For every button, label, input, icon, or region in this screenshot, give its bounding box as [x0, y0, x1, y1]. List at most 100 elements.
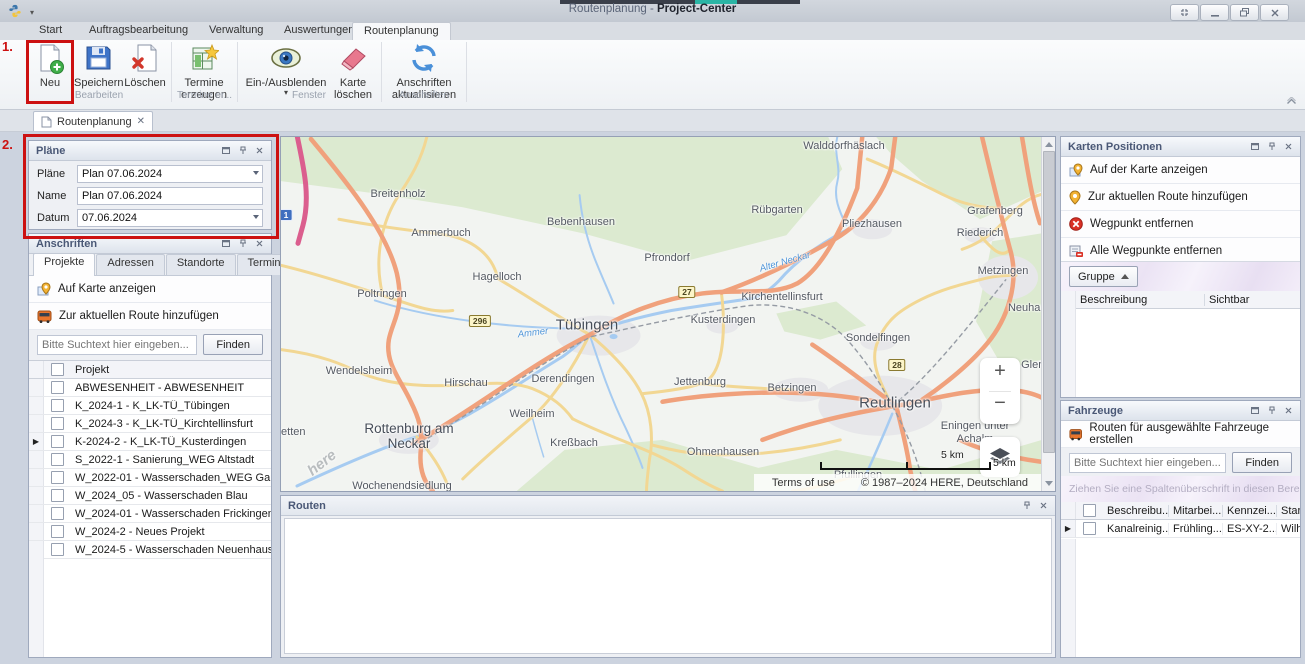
- map-label: Pliezhausen: [842, 218, 902, 230]
- tab-standorte[interactable]: Standorte: [166, 254, 236, 275]
- row-checkbox[interactable]: [1083, 522, 1096, 535]
- group-by-hint: Ziehen Sie eine Spaltenüberschrift in di…: [1061, 476, 1300, 502]
- tab-projekte[interactable]: Projekte: [33, 253, 95, 276]
- eye-icon: [245, 43, 327, 77]
- pin-panel-icon[interactable]: [1264, 140, 1279, 153]
- anschriften-finden-button[interactable]: Finden: [203, 334, 263, 355]
- map-attribution: Terms of use © 1987–2024 HERE, Deutschla…: [754, 474, 1042, 491]
- terms-of-use-link[interactable]: Terms of use: [772, 477, 835, 489]
- close-panel-icon[interactable]: [1281, 404, 1296, 417]
- row-checkbox[interactable]: [51, 381, 64, 394]
- close-panel-icon[interactable]: [252, 237, 267, 250]
- scroll-down-icon[interactable]: [1045, 481, 1053, 486]
- route-hinzufuegen-action[interactable]: Zur aktuellen Route hinzufügen: [1061, 184, 1300, 211]
- auf-karte-anzeigen-action[interactable]: Auf Karte anzeigen: [29, 276, 271, 303]
- tab-auftragsbearbeitung[interactable]: Auftragsbearbeitung: [78, 22, 199, 41]
- tab-adressen[interactable]: Adressen: [96, 254, 164, 275]
- project-row[interactable]: S_2022-1 - Sanierung_WEG Altstadt: [29, 451, 271, 469]
- routen-empty-area[interactable]: [284, 518, 1052, 654]
- map-label: Sondelfingen: [846, 332, 910, 344]
- datum-combo[interactable]: 07.06.2024: [77, 209, 263, 227]
- row-checkbox[interactable]: [51, 435, 64, 448]
- row-checkbox[interactable]: [51, 471, 64, 484]
- fahrzeug-row-selected[interactable]: ▶ Kanalreinig... Frühling... ES-XY-2... …: [1061, 520, 1300, 538]
- close-button[interactable]: [1260, 4, 1289, 21]
- map-label: Kreßbach: [550, 437, 598, 449]
- project-row[interactable]: W_2024-01 - Wasserschaden Frickingen: [29, 505, 271, 523]
- zoom-out-button[interactable]: −: [980, 392, 1020, 415]
- map-vertical-scrollbar[interactable]: [1041, 137, 1055, 491]
- startadresse-column-header[interactable]: Startadr...: [1277, 505, 1300, 517]
- kennzeichen-column-header[interactable]: Kennzei...: [1223, 505, 1277, 517]
- scrollbar-thumb[interactable]: [1043, 151, 1055, 453]
- beschreibung-column-header[interactable]: Beschreibung: [1076, 294, 1205, 306]
- zur-route-hinzufuegen-action[interactable]: Zur aktuellen Route hinzufügen: [29, 303, 271, 330]
- map-label: Ohmenhausen: [687, 446, 759, 458]
- row-checkbox[interactable]: [51, 543, 64, 556]
- minimize-button[interactable]: [1200, 4, 1229, 21]
- row-checkbox[interactable]: [51, 453, 64, 466]
- row-checkbox[interactable]: [51, 507, 64, 520]
- ein-ausblenden-button[interactable]: Ein-/Ausblenden ▾: [245, 43, 327, 96]
- maximize-panel-icon[interactable]: [218, 144, 233, 157]
- beschreibung-column-header[interactable]: Beschreibu...: [1103, 505, 1169, 517]
- row-checkbox[interactable]: [51, 525, 64, 538]
- project-row[interactable]: K_2024-3 - K_LK-TÜ_Kirchtellinsfurt: [29, 415, 271, 433]
- close-panel-icon[interactable]: [1281, 140, 1296, 153]
- row-checkbox[interactable]: [51, 399, 64, 412]
- pin-panel-icon[interactable]: [1019, 499, 1034, 512]
- map-label: Wendelsheim: [326, 365, 392, 377]
- tab-start[interactable]: Start: [28, 22, 73, 41]
- map-label: Jettenburg: [674, 376, 726, 388]
- project-row[interactable]: W_2024-2 - Neues Projekt: [29, 523, 271, 541]
- map-viewport[interactable]: 27 296 28 1 Walddorfhäslach Breitenholz …: [281, 137, 1042, 491]
- zoom-in-button[interactable]: +: [980, 360, 1020, 383]
- pin-panel-icon[interactable]: [235, 144, 250, 157]
- pin-panel-icon[interactable]: [235, 237, 250, 250]
- maximize-panel-icon[interactable]: [218, 237, 233, 250]
- maximize-panel-icon[interactable]: [1247, 140, 1262, 153]
- road-badge-motorway: 1: [281, 209, 292, 221]
- restore-button[interactable]: [1230, 4, 1259, 21]
- close-panel-icon[interactable]: [252, 144, 267, 157]
- projekt-column-header[interactable]: Projekt: [71, 364, 271, 376]
- plaene-panel: Pläne Pläne Plan 07.06.2024 Name Plan 07…: [28, 140, 272, 230]
- neu-button[interactable]: Neu: [28, 43, 72, 89]
- tab-verwaltung[interactable]: Verwaltung: [198, 22, 274, 41]
- maximize-panel-icon[interactable]: [1247, 404, 1262, 417]
- row-checkbox[interactable]: [51, 489, 64, 502]
- map-pin-icon: [1069, 163, 1083, 178]
- routen-erstellen-action[interactable]: Routen für ausgewählte Fahrzeuge erstell…: [1061, 421, 1300, 448]
- project-row[interactable]: W_2022-01 - Wasserschaden_WEG Gartenstr-…: [29, 469, 271, 487]
- select-all-checkbox[interactable]: [44, 363, 71, 376]
- sichtbar-column-header[interactable]: Sichtbar: [1205, 294, 1300, 306]
- auf-der-karte-anzeigen-action[interactable]: Auf der Karte anzeigen: [1061, 157, 1300, 184]
- name-input[interactable]: Plan 07.06.2024: [77, 187, 263, 205]
- doc-tab-routenplanung[interactable]: Routenplanung ✕: [33, 111, 153, 131]
- pin-panel-icon[interactable]: [1264, 404, 1279, 417]
- loeschen-button[interactable]: Löschen: [123, 43, 167, 89]
- project-row-selected[interactable]: ▶K-2024-2 - K_LK-TÜ_Kusterdingen: [29, 433, 271, 451]
- wegpunkt-entfernen-action[interactable]: Wegpunkt entfernen: [1061, 211, 1300, 238]
- plaene-combo[interactable]: Plan 07.06.2024: [77, 165, 263, 183]
- select-all-checkbox[interactable]: [1076, 504, 1103, 517]
- scroll-up-icon[interactable]: [1045, 142, 1053, 147]
- annotation-number-2: 2.: [2, 137, 13, 152]
- project-row[interactable]: K_2024-1 - K_LK-TÜ_Tübingen: [29, 397, 271, 415]
- project-row[interactable]: W_2024_05 - Wasserschaden Blau: [29, 487, 271, 505]
- doc-tab-close-icon[interactable]: ✕: [137, 116, 145, 127]
- anschriften-search-input[interactable]: [37, 335, 197, 355]
- project-row[interactable]: ABWESENHEIT - ABWESENHEIT: [29, 379, 271, 397]
- mitarbeiter-column-header[interactable]: Mitarbei...: [1169, 505, 1223, 517]
- compress-window-button[interactable]: [1170, 4, 1199, 21]
- gruppe-group-button[interactable]: Gruppe: [1069, 266, 1138, 287]
- row-checkbox[interactable]: [51, 417, 64, 430]
- ribbon-collapse-icon[interactable]: [1286, 96, 1297, 108]
- map-label-city: Tübingen: [556, 317, 619, 334]
- fahrzeuge-finden-button[interactable]: Finden: [1232, 452, 1292, 473]
- close-panel-icon[interactable]: [1036, 499, 1051, 512]
- project-row[interactable]: W_2024-5 - Wasserschaden Neuenhaus: [29, 541, 271, 559]
- calendar-star-icon: [177, 43, 231, 77]
- fahrzeuge-search-input[interactable]: [1069, 453, 1226, 473]
- speichern-button[interactable]: Speichern: [74, 43, 122, 89]
